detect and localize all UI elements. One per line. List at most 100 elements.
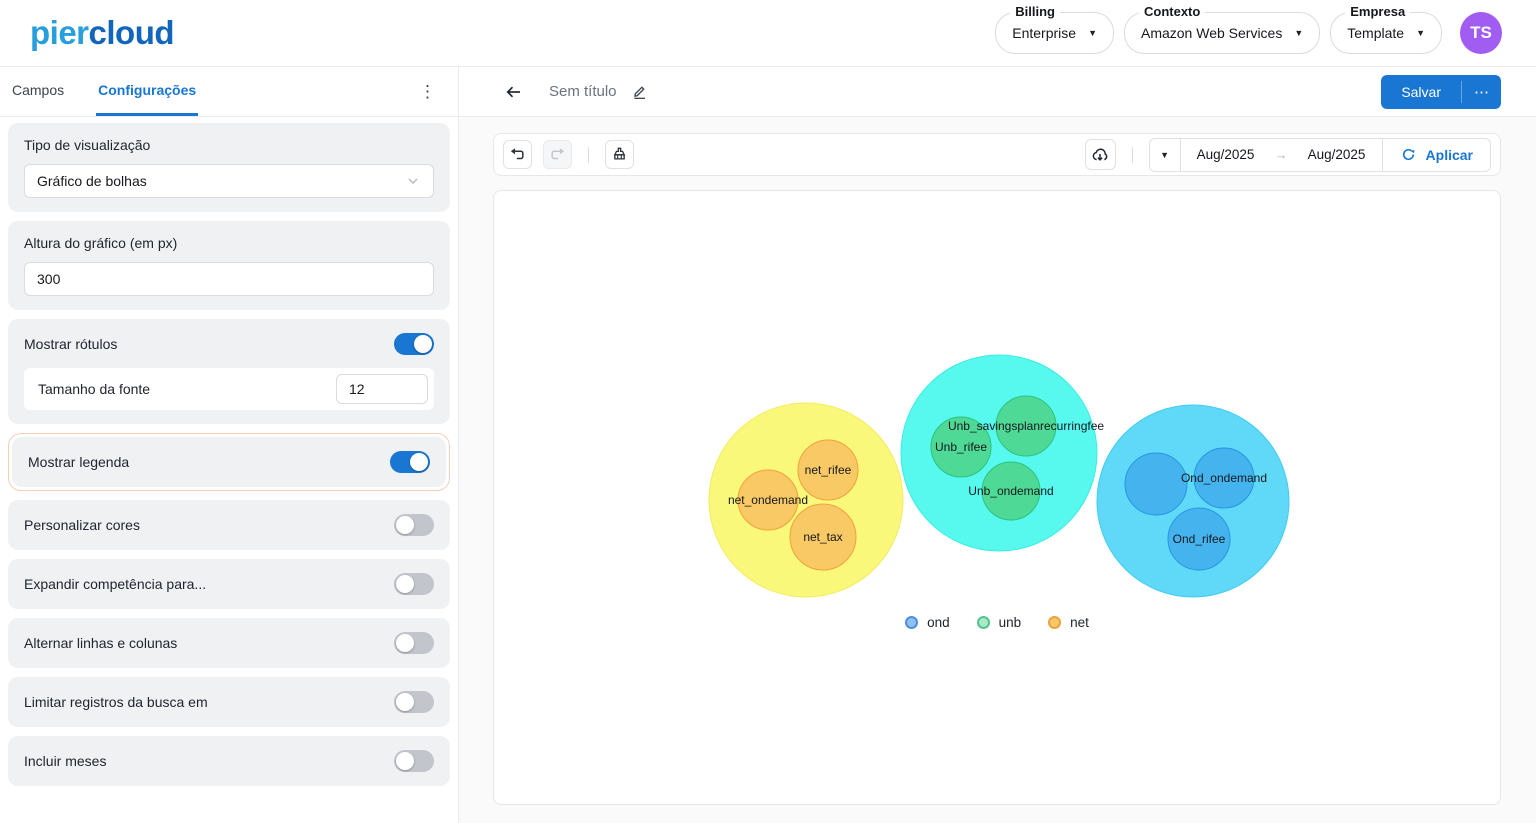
empresa-selector-value: Template (1347, 25, 1404, 41)
date-range-dropdown-button[interactable]: ▼ (1150, 139, 1181, 171)
legend-label: ond (927, 615, 950, 630)
back-button[interactable] (503, 82, 523, 102)
show-labels-panel: Mostrar rótulos Tamanho da fonte (8, 319, 450, 424)
refresh-icon (1400, 146, 1417, 163)
swap-rows-columns-toggle[interactable] (394, 632, 434, 654)
custom-colors-toggle[interactable] (394, 514, 434, 536)
chart-legend: ond unb net (494, 615, 1500, 630)
bubble-label: Ond_rifee (1173, 532, 1226, 546)
show-legend-label: Mostrar legenda (28, 454, 129, 470)
clean-button[interactable] (605, 140, 634, 169)
legend-item-ond[interactable]: ond (905, 615, 950, 630)
font-size-input[interactable] (336, 374, 428, 404)
cloud-download-icon (1090, 145, 1110, 165)
bubble-label: net_ondemand (728, 493, 808, 507)
bubble-label: net_tax (803, 530, 842, 544)
viz-type-panel: Tipo de visualização Gráfico de bolhas (8, 123, 450, 212)
limit-records-toggle[interactable] (394, 691, 434, 713)
tab-campos[interactable]: Campos (10, 67, 66, 116)
viz-type-value: Gráfico de bolhas (37, 173, 147, 189)
bubble-label: Unb_ondemand (968, 484, 1053, 498)
show-labels-label: Mostrar rótulos (24, 336, 117, 352)
app-logo: piercloud (30, 14, 174, 52)
rename-button[interactable] (631, 83, 648, 100)
font-size-row: Tamanho da fonte (24, 368, 434, 410)
show-legend-highlight: Mostrar legenda (8, 433, 450, 491)
document-title: Sem título (549, 83, 617, 100)
include-months-toggle[interactable] (394, 750, 434, 772)
save-more-button[interactable]: ⋯ (1462, 75, 1501, 109)
bubble-ond-unlabeled[interactable] (1125, 453, 1187, 515)
legend-label: net (1070, 615, 1089, 630)
include-months-panel: Incluir meses (8, 736, 450, 786)
save-split-button: Salvar ⋯ (1381, 75, 1501, 109)
viz-type-label: Tipo de visualização (24, 137, 434, 153)
legend-item-unb[interactable]: unb (977, 615, 1022, 630)
show-legend-toggle[interactable] (390, 451, 430, 473)
expand-competencia-toggle[interactable] (394, 573, 434, 595)
swap-rows-columns-label: Alternar linhas e colunas (24, 635, 177, 651)
user-avatar[interactable]: TS (1460, 12, 1502, 54)
date-from-field[interactable]: Aug/2025 (1197, 147, 1255, 162)
chevron-down-icon: ▼ (1416, 28, 1425, 38)
chart-canvas: net_rifeenet_ondemandnet_taxUnb_savingsp… (493, 190, 1501, 805)
bubble-group-unb[interactable] (901, 355, 1097, 551)
tab-configuracoes[interactable]: Configurações (96, 67, 198, 116)
apply-button[interactable]: Aplicar (1382, 139, 1490, 171)
workspace: ▼ Aug/2025 → Aug/2025 Aplicar (459, 117, 1536, 823)
toolbar-divider (1132, 147, 1133, 163)
app-header: piercloud Billing Enterprise ▼ Contexto … (0, 0, 1536, 67)
limit-records-panel: Limitar registros da busca em (8, 677, 450, 727)
show-labels-toggle[interactable] (394, 333, 434, 355)
contexto-selector-label: Contexto (1139, 4, 1205, 19)
billing-selector-label: Billing (1010, 4, 1060, 19)
contexto-selector[interactable]: Contexto Amazon Web Services ▼ (1124, 12, 1320, 54)
undo-icon (508, 145, 527, 164)
back-arrow-icon (503, 82, 523, 102)
document-title-bar: Sem título Salvar ⋯ (459, 67, 1536, 117)
viz-type-select[interactable]: Gráfico de bolhas (24, 164, 434, 198)
main-area: Sem título Salvar ⋯ (459, 67, 1536, 823)
expand-competencia-label: Expandir competência para... (24, 576, 206, 592)
pencil-icon (631, 83, 648, 100)
brush-icon (610, 145, 629, 164)
custom-colors-label: Personalizar cores (24, 517, 140, 533)
limit-records-label: Limitar registros da busca em (24, 694, 208, 710)
apply-button-label: Aplicar (1426, 147, 1473, 163)
font-size-label: Tamanho da fonte (38, 381, 150, 397)
chart-height-input[interactable] (24, 262, 434, 296)
chart-toolbar: ▼ Aug/2025 → Aug/2025 Aplicar (493, 133, 1501, 176)
undo-button[interactable] (503, 140, 532, 169)
empresa-selector[interactable]: Empresa Template ▼ (1330, 12, 1442, 54)
redo-icon (548, 145, 567, 164)
contexto-selector-value: Amazon Web Services (1141, 25, 1282, 41)
swap-rows-columns-panel: Alternar linhas e colunas (8, 618, 450, 668)
billing-selector-value: Enterprise (1012, 25, 1076, 41)
chart-height-panel: Altura do gráfico (em px) (8, 221, 450, 310)
bubble-label: Ond_ondemand (1181, 471, 1267, 485)
chart-height-label: Altura do gráfico (em px) (24, 235, 434, 251)
logo-part-cloud: cloud (89, 14, 175, 51)
chevron-down-icon: ▼ (1160, 150, 1169, 160)
settings-sidebar: Campos Configurações ⋮ Tipo de visualiza… (0, 67, 459, 823)
header-controls: Billing Enterprise ▼ Contexto Amazon Web… (995, 12, 1502, 54)
date-to-field[interactable]: Aug/2025 (1308, 147, 1366, 162)
kebab-menu-icon[interactable]: ⋮ (411, 78, 444, 106)
logo-part-pier: pier (30, 14, 89, 51)
save-button[interactable]: Salvar (1381, 75, 1461, 109)
legend-item-net[interactable]: net (1048, 615, 1089, 630)
redo-button[interactable] (543, 140, 572, 169)
empresa-selector-label: Empresa (1345, 4, 1410, 19)
legend-swatch (977, 616, 990, 629)
legend-swatch (905, 616, 918, 629)
export-button[interactable] (1085, 139, 1116, 170)
chevron-down-icon: ▼ (1294, 28, 1303, 38)
chevron-down-icon (405, 173, 421, 189)
bubble-label: Unb_savingsplanrecurringfee (948, 419, 1104, 433)
range-arrow-icon: → (1275, 147, 1288, 162)
billing-selector[interactable]: Billing Enterprise ▼ (995, 12, 1114, 54)
legend-swatch (1048, 616, 1061, 629)
toolbar-divider (588, 147, 589, 163)
expand-competencia-panel: Expandir competência para... (8, 559, 450, 609)
legend-label: unb (999, 615, 1022, 630)
